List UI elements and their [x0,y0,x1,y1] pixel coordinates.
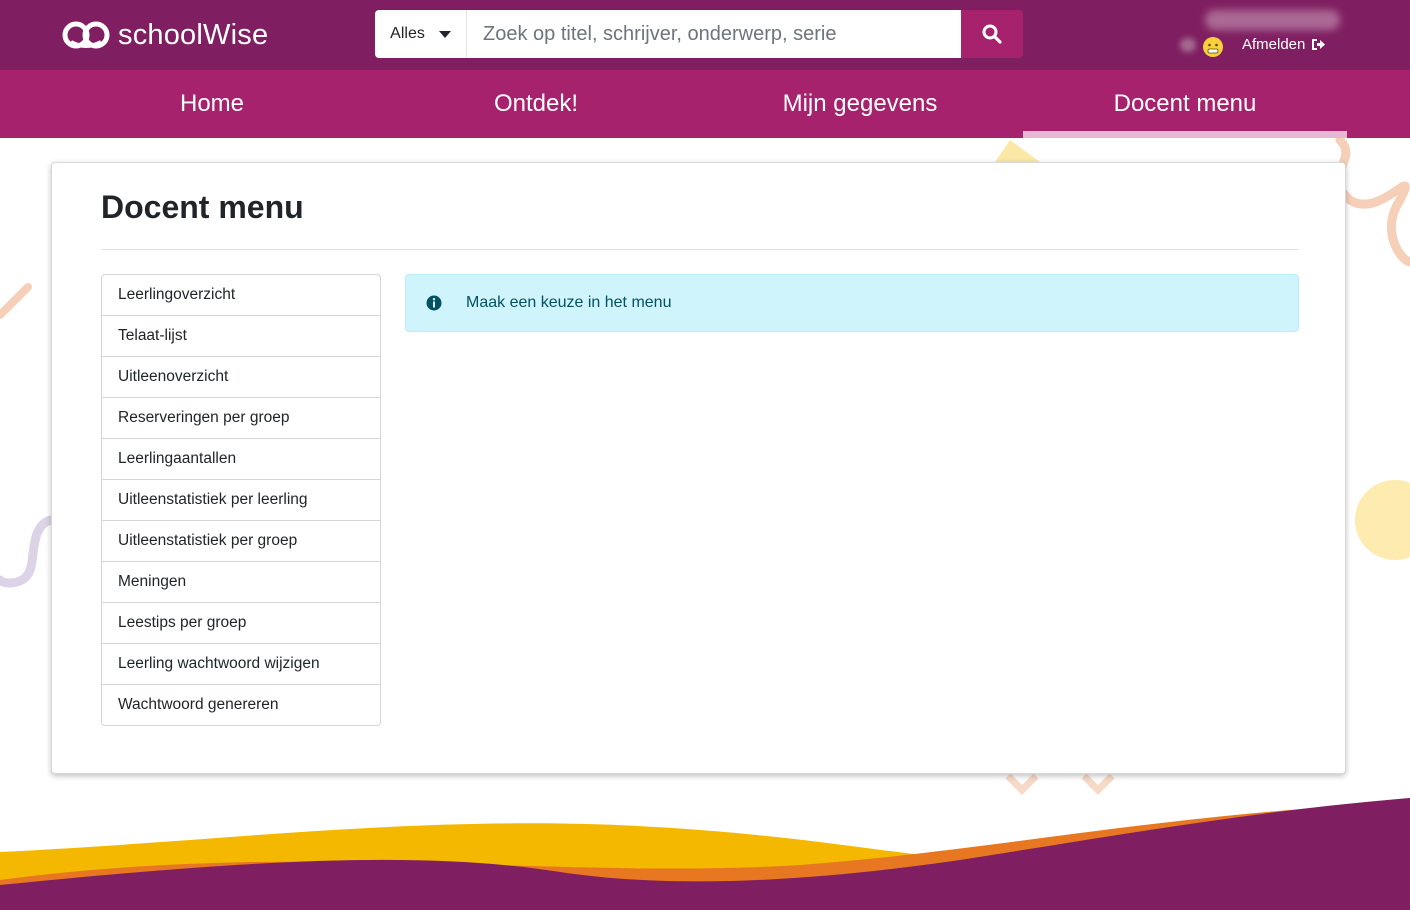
menu-item-meningen[interactable]: Meningen [102,562,380,603]
logo-icon [62,21,110,49]
logo[interactable]: schoolWise [60,16,268,54]
search-icon [982,24,1002,44]
top-bar: schoolWise Alles Afmelden [0,0,1410,70]
search-bar: Alles [375,10,1023,58]
nav-item-mijn-gegevens[interactable]: Mijn gegevens [698,70,1022,138]
menu-item-leerlingoverzicht[interactable]: Leerlingoverzicht [102,275,380,316]
menu-item-telaat-lijst[interactable]: Telaat-lijst [102,316,380,357]
content-card: Docent menu Leerlingoverzicht Telaat-lij… [51,162,1346,774]
logo-text: schoolWise [118,18,269,51]
menu-item-wachtwoord-genereren[interactable]: Wachtwoord genereren [102,685,380,725]
main-nav: Home Ontdek! Mijn gegevens Docent menu [0,70,1410,138]
search-button[interactable] [961,10,1023,58]
nav-item-home[interactable]: Home [50,70,374,138]
menu-item-uitleenstatistiek-per-leerling[interactable]: Uitleenstatistiek per leerling [102,480,380,521]
logout-link[interactable]: Afmelden [1242,36,1326,53]
emoji-avatar-icon[interactable] [1202,36,1224,58]
user-name-blurred [1205,10,1340,30]
menu-item-leestips-per-groep[interactable]: Leestips per groep [102,603,380,644]
title-divider [101,249,1299,250]
logout-label: Afmelden [1242,36,1306,53]
menu-item-uitleenoverzicht[interactable]: Uitleenoverzicht [102,357,380,398]
nav-item-docent-menu[interactable]: Docent menu [1023,70,1347,138]
info-icon [426,295,442,311]
sign-out-icon [1312,39,1326,50]
footer-waves [0,798,1410,910]
docent-side-menu: Leerlingoverzicht Telaat-lijst Uitleenov… [101,274,381,726]
alert-message: Maak een keuze in het menu [466,294,672,311]
info-alert: Maak een keuze in het menu [405,274,1299,332]
nav-item-ontdek[interactable]: Ontdek! [374,70,698,138]
menu-item-reserveringen-per-groep[interactable]: Reserveringen per groep [102,398,380,439]
page-title: Docent menu [101,189,304,225]
caret-down-icon [438,30,451,38]
menu-item-leerlingaantallen[interactable]: Leerlingaantallen [102,439,380,480]
search-input[interactable] [467,10,961,58]
menu-item-uitleenstatistiek-per-groep[interactable]: Uitleenstatistiek per groep [102,521,380,562]
user-badge-blurred [1180,38,1196,52]
menu-item-leerling-wachtwoord-wijzigen[interactable]: Leerling wachtwoord wijzigen [102,644,380,685]
search-scope-label: Alles [390,25,425,42]
search-scope-dropdown[interactable]: Alles [375,10,467,58]
